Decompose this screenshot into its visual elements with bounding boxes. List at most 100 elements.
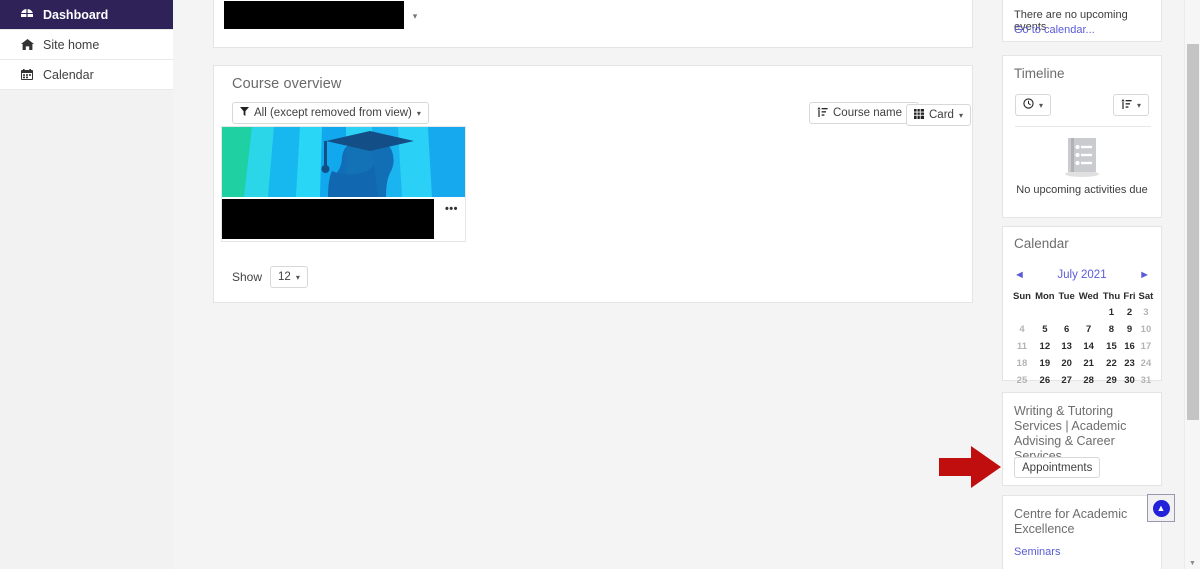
course-filter-label: All (except removed from view) [254,107,412,119]
calendar-weekday: Sat [1138,291,1154,302]
red-arrow-icon [939,444,1001,495]
calendar-week-row: 123 [1011,304,1155,321]
calendar-week-row: 25 26 27 28 29 30 31 [1011,372,1155,389]
redacted-course-name-top [224,1,404,29]
upcoming-events-block: There are no upcoming events Go to calen… [1002,0,1162,42]
course-sort-dropdown[interactable]: Course name ▾ [809,102,920,124]
go-to-calendar-link[interactable]: Go to calendar... [1014,24,1095,36]
home-icon [20,39,34,50]
sidebar-item-site-home[interactable]: Site home [0,30,173,60]
timeline-title: Timeline [1014,66,1065,81]
calendar-weekday: Tue [1058,291,1075,302]
calendar-day[interactable]: 10 [1137,321,1155,338]
calendar-next-month-button[interactable]: ► [1139,269,1150,281]
course-filter-dropdown[interactable]: All (except removed from view) ▾ [232,102,429,124]
calendar-day[interactable]: 2 [1122,304,1137,321]
calendar-day[interactable]: 22 [1101,355,1122,372]
calendar-day[interactable]: 13 [1057,338,1077,355]
calendar-day[interactable]: 27 [1057,372,1077,389]
calendar-day[interactable]: 11 [1011,338,1033,355]
filter-icon [240,107,249,119]
calendar-day[interactable]: 7 [1077,321,1101,338]
chevron-down-icon: ▾ [416,108,421,118]
calendar-weekday-header: Sun Mon Tue Wed Thu Fri Sat [1011,289,1155,304]
timeline-date-filter-dropdown[interactable]: ▾ [1015,94,1052,116]
grid-icon [914,108,924,122]
show-count-dropdown[interactable]: 12 ▾ [270,266,308,288]
calendar-weeks: 1 2 3 4 5 6 7 8 9 10 11 12 13 14 15 16 17 18 19 20 21 22 23 24 2… [1011,304,1155,389]
calendar-day[interactable]: 19 [1033,355,1057,372]
calendar-day[interactable]: 16 [1122,338,1137,355]
calendar-day[interactable]: 21 [1077,355,1101,372]
chevron-down-icon[interactable]: ▾ [410,11,420,21]
calendar-day-empty [1077,304,1101,321]
course-card-menu-icon[interactable]: ••• [445,203,458,215]
calendar-day[interactable]: 31 [1137,372,1155,389]
show-label: Show [232,270,263,284]
calendar-day[interactable]: 3 [1137,304,1155,321]
calendar-day-empty [1057,304,1077,321]
calendar-day[interactable]: 18 [1011,355,1033,372]
calendar-day[interactable]: 26 [1033,372,1057,389]
calendar-weekday: Thu [1102,291,1121,302]
course-view-label: Card [929,109,954,121]
sidebar-item-dashboard[interactable]: Dashboard [0,0,173,30]
calendar-day[interactable]: 4 [1011,321,1033,338]
calendar-day[interactable]: 9 [1122,321,1137,338]
calendar-day[interactable]: 14 [1077,338,1101,355]
chevron-down-icon: ▾ [1137,100,1142,110]
calendar-day-empty [1033,304,1057,321]
sort-icon [817,106,828,120]
clock-icon [1023,98,1034,112]
seminars-link[interactable]: Seminars [1014,546,1060,558]
calendar-day[interactable]: 8 [1101,321,1122,338]
document-list-icon [1060,136,1104,183]
calendar-day[interactable]: 25 [1011,372,1033,389]
show-count-row: Show 12 ▾ [232,266,308,288]
timeline-sort-dropdown[interactable]: ▾ [1113,94,1150,116]
calendar-weekday: Sun [1012,291,1031,302]
timeline-empty-text: No upcoming activities due [1016,184,1148,196]
calendar-day[interactable]: 20 [1057,355,1077,372]
calendar-day[interactable]: 23 [1122,355,1137,372]
appointments-button[interactable]: Appointments [1014,457,1101,478]
course-banner-image [222,127,465,197]
calendar-day[interactable]: 24 [1137,355,1155,372]
course-view-dropdown[interactable]: Card ▾ [906,104,971,126]
calendar-week-row: 11 12 13 14 15 16 17 [1011,338,1155,355]
calendar-day[interactable]: 1 [1101,304,1122,321]
calendar-day[interactable]: 29 [1101,372,1122,389]
scrollbar-down-arrow-icon[interactable]: ▼ [1185,560,1200,567]
calendar-month-label[interactable]: July 2021 [1003,269,1161,281]
calendar-day[interactable]: 28 [1077,372,1101,389]
calendar-weekday: Wed [1078,291,1099,302]
scroll-to-top-button[interactable]: ▲ [1147,494,1175,522]
calendar-day-empty [1011,304,1033,321]
vertical-scrollbar[interactable]: ▼ [1184,0,1200,569]
calendar-day[interactable]: 5 [1033,321,1057,338]
sidebar-item-label: Dashboard [43,7,109,22]
sidebar-item-label: Calendar [43,67,94,82]
left-sidebar: Dashboard Site home Calendar [0,0,173,569]
calendar-day[interactable]: 12 [1033,338,1057,355]
calendar-day[interactable]: 30 [1122,372,1137,389]
calendar-grid: Sun Mon Tue Wed Thu Fri Sat 1 2 3 4 5 6 7 8 9 10 11 12 13 1… [1011,289,1155,389]
calendar-day[interactable]: 17 [1137,338,1155,355]
scrollbar-thumb[interactable] [1187,44,1199,420]
dashboard-icon [20,9,34,20]
chevron-down-icon: ▾ [295,272,300,282]
calendar-block-title: Calendar [1014,236,1069,251]
course-overview-title: Course overview [232,76,342,92]
show-count-value: 12 [278,271,291,283]
calendar-day[interactable]: 15 [1101,338,1122,355]
calendar-day[interactable]: 6 [1057,321,1077,338]
calendar-icon [20,69,34,80]
calendar-week-row: 4 5 6 7 8 9 10 [1011,321,1155,338]
sort-amount-icon [1121,98,1132,112]
sidebar-item-calendar[interactable]: Calendar [0,60,173,90]
page-root: Dashboard Site home Calendar ▾ Course ov… [0,0,1200,569]
course-card[interactable]: ••• [221,126,466,242]
chevron-down-icon: ▾ [1039,100,1044,110]
chevron-down-icon: ▾ [958,110,963,120]
sidebar-item-label: Site home [43,37,100,52]
